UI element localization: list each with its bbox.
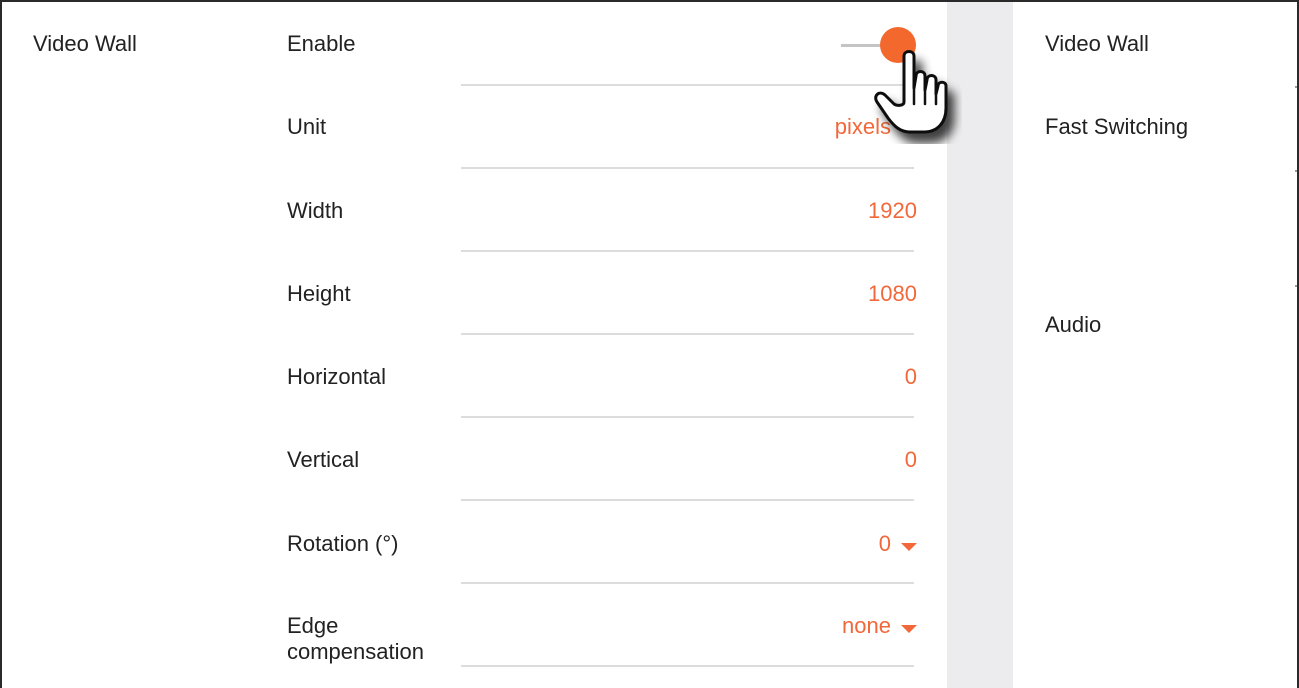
height-value-field[interactable]: 1080 bbox=[868, 281, 917, 307]
width-value-field[interactable]: 1920 bbox=[868, 198, 917, 224]
edge-compensation-value[interactable]: none bbox=[842, 613, 891, 639]
divider-tick bbox=[1295, 170, 1297, 172]
divider bbox=[461, 167, 914, 169]
divider bbox=[461, 499, 914, 501]
section-title-video-wall: Video Wall bbox=[33, 31, 137, 56]
right-item-audio[interactable]: Audio bbox=[1045, 312, 1101, 338]
settings-frame bbox=[0, 0, 1299, 688]
edge-compensation-label-line1: Edge bbox=[287, 613, 339, 638]
rotation-label: Rotation (°) bbox=[287, 531, 399, 556]
divider bbox=[461, 416, 914, 418]
height-label: Height bbox=[287, 281, 351, 306]
vertical-label: Vertical bbox=[287, 447, 360, 472]
width-label: Width bbox=[287, 198, 344, 223]
right-item-fast-switching[interactable]: Fast Switching bbox=[1045, 114, 1188, 140]
horizontal-label: Horizontal bbox=[287, 364, 387, 389]
divider bbox=[461, 250, 914, 252]
divider bbox=[461, 582, 914, 584]
enable-label: Enable bbox=[287, 31, 356, 56]
edge-compensation-label-line2: compensation bbox=[287, 639, 424, 664]
unit-label: Unit bbox=[287, 114, 327, 139]
right-item-video-wall[interactable]: Video Wall bbox=[1045, 31, 1149, 57]
vertical-value-field[interactable]: 0 bbox=[905, 447, 917, 473]
edge-compensation-label: Edge compensation bbox=[287, 613, 424, 665]
caret-down-icon[interactable] bbox=[901, 625, 917, 633]
divider-tick bbox=[1295, 285, 1297, 287]
pointing-hand-cursor-icon bbox=[874, 50, 948, 134]
divider bbox=[461, 333, 914, 335]
horizontal-value-field[interactable]: 0 bbox=[905, 364, 917, 390]
divider-tick bbox=[1295, 86, 1297, 88]
divider bbox=[461, 84, 914, 86]
caret-down-icon[interactable] bbox=[901, 543, 917, 551]
rotation-value[interactable]: 0 bbox=[879, 531, 891, 557]
divider bbox=[461, 665, 914, 667]
